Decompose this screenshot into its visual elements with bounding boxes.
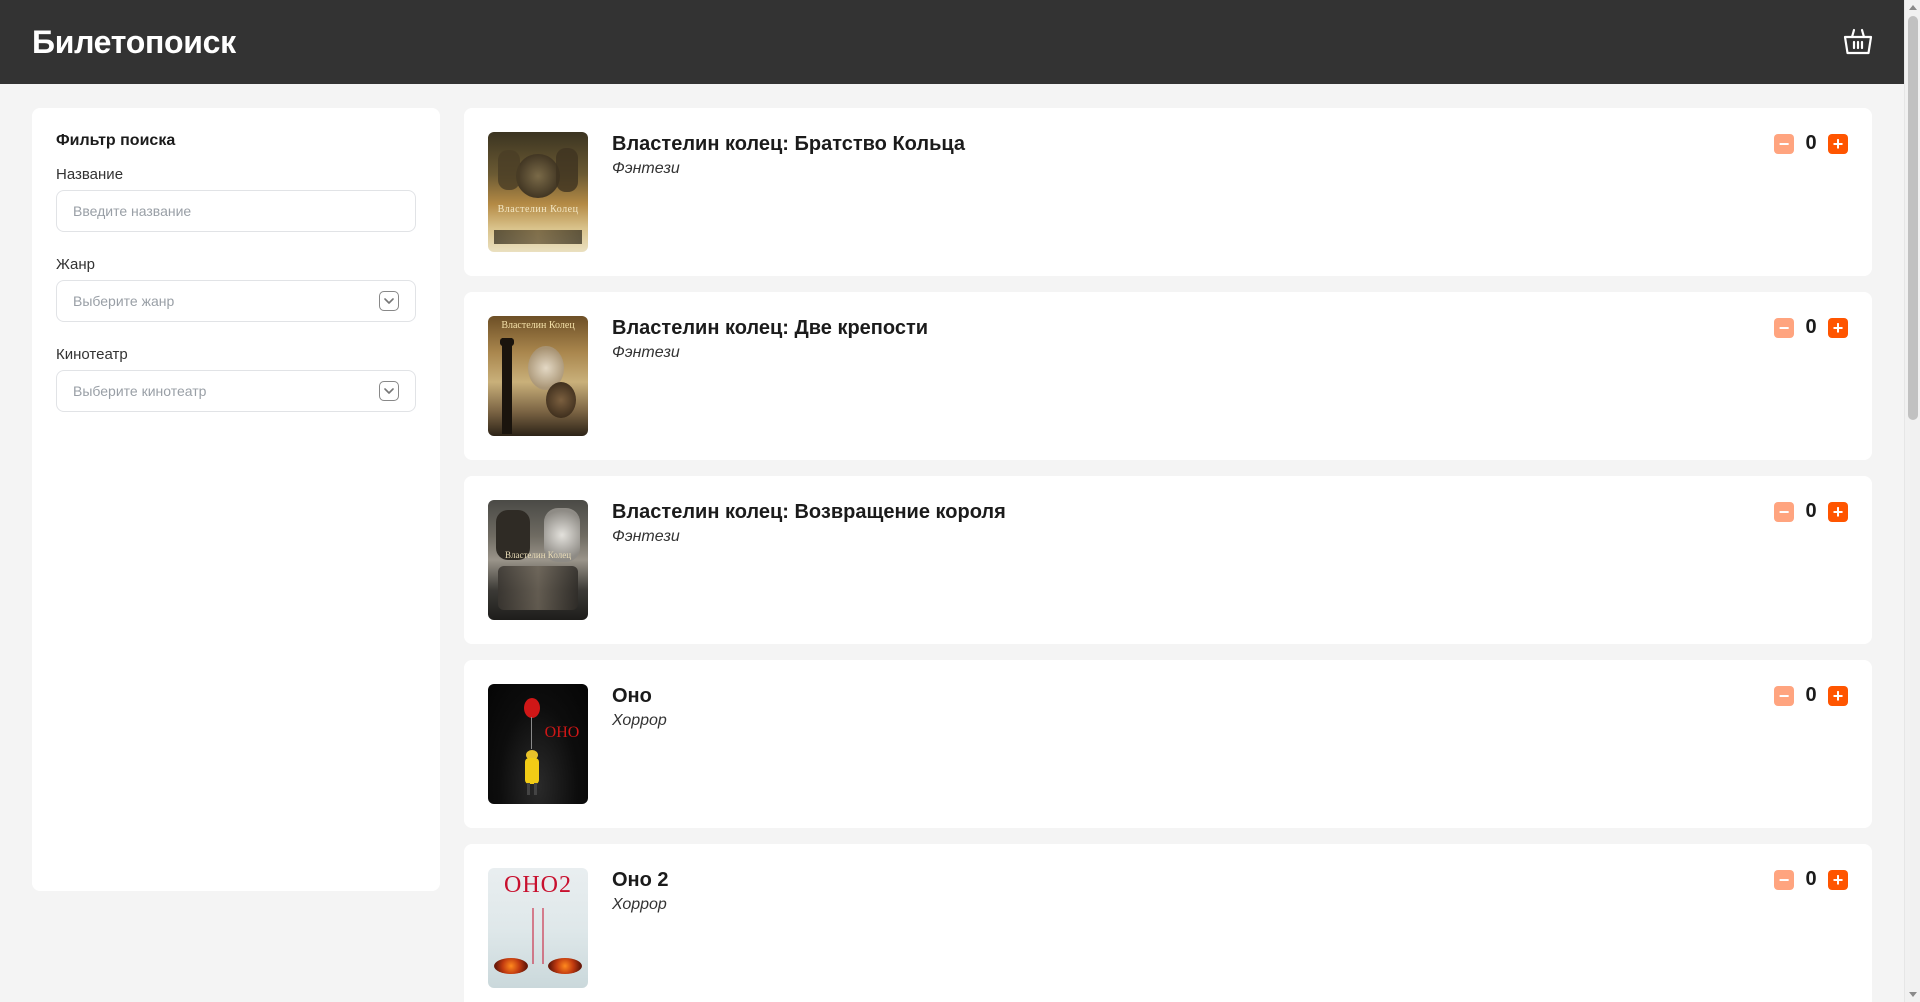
movie-title[interactable]: Оно	[612, 684, 667, 708]
movie-card[interactable]: Властелин Колец Властелин колец: Братств…	[464, 108, 1872, 276]
movie-genre: Фэнтези	[612, 160, 680, 177]
movie-poster[interactable]: Властелин Колец	[488, 500, 588, 620]
ticket-count: 0	[1805, 684, 1817, 706]
ticket-count: 0	[1805, 316, 1817, 338]
minus-button[interactable]: −	[1774, 685, 1794, 706]
genre-label: Жанр	[56, 256, 95, 273]
movie-genre: Фэнтези	[612, 528, 680, 545]
plus-icon: +	[1832, 317, 1844, 338]
minus-button[interactable]: −	[1774, 501, 1794, 522]
minus-button[interactable]: −	[1774, 317, 1794, 338]
ticket-counter: − 0 +	[1774, 132, 1848, 155]
minus-icon: −	[1778, 685, 1790, 706]
movie-genre: Хоррор	[612, 896, 667, 913]
poster-title: ОНО	[544, 724, 580, 741]
minus-icon: −	[1778, 501, 1790, 522]
page-scrollbar[interactable]	[1904, 0, 1920, 1002]
movie-poster[interactable]: ОНО	[488, 684, 588, 804]
minus-icon: −	[1778, 133, 1790, 154]
basket-button[interactable]	[1841, 25, 1875, 59]
minus-icon: −	[1778, 869, 1790, 890]
plus-button[interactable]: +	[1828, 317, 1848, 338]
movie-card[interactable]: Властелин Колец Властелин колец: Две кре…	[464, 292, 1872, 460]
movie-genre: Хоррор	[612, 712, 667, 729]
plus-button[interactable]: +	[1828, 133, 1848, 154]
ticket-count: 0	[1805, 132, 1817, 154]
ticket-count: 0	[1805, 868, 1817, 890]
movie-poster[interactable]: ОНО2	[488, 868, 588, 988]
minus-icon: −	[1778, 317, 1790, 338]
poster-title: Властелин Колец	[497, 204, 579, 215]
filter-panel: Фильтр поиска Название Жанр Выберите жан…	[32, 108, 440, 891]
movie-list: Властелин Колец Властелин колец: Братств…	[464, 108, 1872, 1002]
plus-button[interactable]: +	[1828, 869, 1848, 890]
basket-icon	[1843, 28, 1873, 55]
cinema-select[interactable]: Выберите кинотеатр	[56, 370, 416, 412]
chevron-down-icon[interactable]	[379, 381, 399, 401]
ticket-counter: − 0 +	[1774, 868, 1848, 891]
name-label: Название	[56, 166, 124, 183]
logo[interactable]: Билетопоиск	[32, 24, 236, 61]
movie-card[interactable]: ОНО2 Оно 2 Хоррор − 0 +	[464, 844, 1872, 1002]
poster-title: Властелин Колец	[501, 320, 575, 331]
movie-title[interactable]: Властелин колец: Возвращение короля	[612, 500, 1006, 524]
movie-card[interactable]: ОНО Оно Хоррор − 0 +	[464, 660, 1872, 828]
minus-button[interactable]: −	[1774, 133, 1794, 154]
scroll-down-icon[interactable]	[1909, 992, 1917, 997]
ticket-counter: − 0 +	[1774, 316, 1848, 339]
movie-card[interactable]: Властелин Колец Властелин колец: Возвращ…	[464, 476, 1872, 644]
ticket-count: 0	[1805, 500, 1817, 522]
scroll-up-icon[interactable]	[1909, 5, 1917, 10]
app-header: Билетопоиск	[0, 0, 1904, 84]
plus-icon: +	[1832, 869, 1844, 890]
filter-title: Фильтр поиска	[56, 132, 176, 149]
movie-title[interactable]: Властелин колец: Две крепости	[612, 316, 928, 340]
movie-poster[interactable]: Властелин Колец	[488, 132, 588, 252]
genre-placeholder: Выберите жанр	[73, 293, 175, 309]
ticket-counter: − 0 +	[1774, 500, 1848, 523]
poster-title: Властелин Колец	[504, 550, 572, 560]
scroll-thumb[interactable]	[1908, 16, 1918, 420]
name-field[interactable]	[56, 190, 416, 232]
movie-title[interactable]: Властелин колец: Братство Кольца	[612, 132, 965, 156]
cinema-label: Кинотеатр	[56, 346, 128, 363]
movie-poster[interactable]: Властелин Колец	[488, 316, 588, 436]
plus-icon: +	[1832, 133, 1844, 154]
plus-icon: +	[1832, 501, 1844, 522]
plus-button[interactable]: +	[1828, 685, 1848, 706]
cinema-placeholder: Выберите кинотеатр	[73, 383, 207, 399]
ticket-counter: − 0 +	[1774, 684, 1848, 707]
movie-genre: Фэнтези	[612, 344, 680, 361]
plus-icon: +	[1832, 685, 1844, 706]
movie-title[interactable]: Оно 2	[612, 868, 669, 892]
chevron-down-icon[interactable]	[379, 291, 399, 311]
genre-select[interactable]: Выберите жанр	[56, 280, 416, 322]
name-input[interactable]	[73, 203, 399, 219]
poster-title: ОНО2	[504, 872, 572, 898]
minus-button[interactable]: −	[1774, 869, 1794, 890]
plus-button[interactable]: +	[1828, 501, 1848, 522]
